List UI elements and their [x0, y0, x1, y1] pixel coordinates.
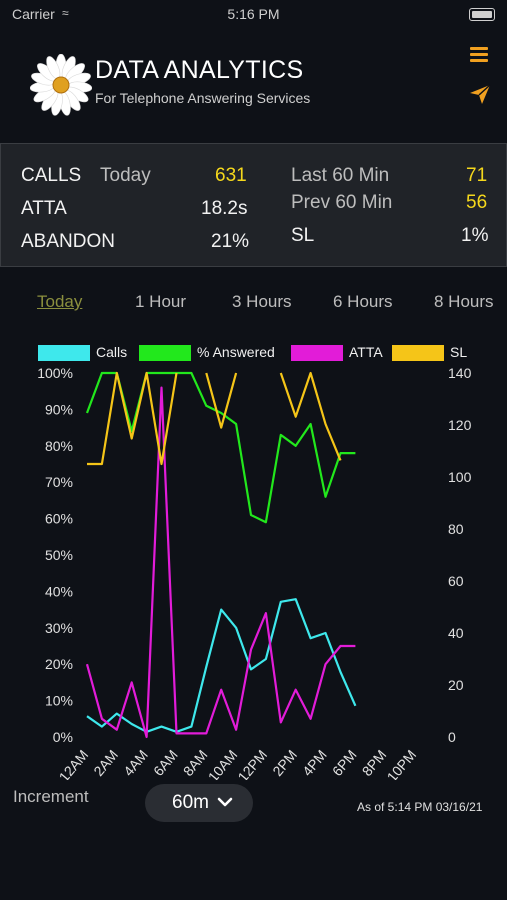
prev60-label: Prev 60 Min: [291, 192, 393, 213]
left-axis-tick: 0%: [53, 729, 73, 745]
left-axis-tick: 20%: [45, 656, 73, 672]
increment-select[interactable]: 60m: [145, 784, 253, 822]
app-title: DATA ANALYTICS: [95, 56, 304, 84]
left-axis-tick: 100%: [37, 365, 73, 381]
prev60-value: 56: [466, 192, 488, 213]
app-header: DATA ANALYTICS For Telephone Answering S…: [0, 40, 507, 130]
series-line-sl: [279, 371, 342, 461]
status-bar: Carrier ≈ 5:16 PM: [0, 0, 507, 28]
right-axis-tick: 120: [448, 417, 472, 433]
series-line-calls: [86, 598, 357, 733]
tab-6-hours[interactable]: 6 Hours: [333, 292, 393, 312]
tab-8-hours[interactable]: 8 Hours: [434, 292, 494, 312]
series-line-answered: [85, 371, 356, 524]
legend-swatch-calls: [38, 345, 90, 361]
left-axis-tick: 30%: [45, 620, 73, 636]
x-axis-tick: 2AM: [90, 747, 121, 779]
left-axis-tick: 80%: [45, 438, 73, 454]
hamburger-menu-icon[interactable]: [468, 44, 490, 66]
daisy-logo: [30, 54, 92, 116]
left-axis-tick: 90%: [45, 401, 73, 417]
left-axis-tick: 70%: [45, 474, 73, 490]
battery-icon: [469, 8, 495, 21]
legend-swatch-answered: [139, 345, 191, 361]
abandon-label: ABANDON: [21, 231, 115, 252]
time-range-tabs: Today 1 Hour 3 Hours 6 Hours 8 Hours: [0, 292, 507, 320]
x-axis-tick: 4PM: [299, 747, 330, 779]
x-axis-tick: 12AM: [56, 747, 92, 780]
right-axis-tick: 140: [448, 365, 472, 381]
legend-swatch-atta: [291, 345, 343, 361]
legend-label-answered: % Answered: [197, 344, 275, 360]
app-subtitle: For Telephone Answering Services: [95, 90, 311, 106]
increment-label: Increment: [13, 787, 89, 806]
sl-value: 1%: [461, 225, 489, 246]
stats-panel: CALLS Today 631 ATTA 18.2s ABANDON 21% L…: [0, 143, 507, 267]
send-icon[interactable]: [468, 82, 492, 106]
atta-label: ATTA: [21, 198, 67, 219]
as-of-timestamp: As of 5:14 PM 03/16/21: [357, 800, 483, 814]
x-axis-tick: 12PM: [234, 747, 270, 780]
calls-label: CALLS: [21, 165, 82, 186]
right-axis-tick: 60: [448, 573, 464, 589]
line-chart: 100% 90% 80% 70% 60% 50% 40% 30% 20% 10% 0% 140 120 1…: [37, 365, 472, 780]
right-axis-tick: 0: [448, 729, 456, 745]
last60-label: Last 60 Min: [291, 165, 390, 186]
sl-label: SL: [291, 225, 315, 246]
today-calls-value: 631: [215, 165, 247, 186]
x-axis-tick: 6PM: [329, 747, 360, 779]
right-axis-tick: 100: [448, 469, 472, 485]
abandon-value: 21%: [211, 231, 250, 252]
legend-swatch-sl: [392, 345, 444, 361]
atta-value: 18.2s: [201, 198, 248, 219]
x-axis-tick: 2PM: [269, 747, 300, 779]
tab-1-hour[interactable]: 1 Hour: [135, 292, 186, 312]
x-axis-tick: 6AM: [150, 747, 181, 779]
tab-3-hours[interactable]: 3 Hours: [232, 292, 292, 312]
x-axis-tick: 10PM: [384, 747, 420, 780]
legend-label-sl: SL: [450, 344, 468, 360]
increment-value: 60m: [172, 792, 209, 813]
chevron-down-icon: [217, 797, 233, 807]
left-axis-tick: 10%: [45, 693, 73, 709]
legend-label-atta: ATTA: [349, 344, 383, 360]
tab-today[interactable]: Today: [37, 292, 82, 312]
status-time: 5:16 PM: [227, 6, 280, 22]
legend-label-calls: Calls: [96, 344, 128, 360]
left-axis-tick: 60%: [45, 511, 73, 527]
x-axis-tick: 4AM: [120, 747, 151, 779]
right-axis-tick: 20: [448, 677, 464, 693]
last60-value: 71: [466, 165, 488, 186]
left-axis-tick: 50%: [45, 547, 73, 563]
series-line-atta: [85, 386, 356, 739]
right-axis-tick: 80: [448, 521, 464, 537]
left-axis-tick: 40%: [45, 583, 73, 599]
right-axis-tick: 40: [448, 625, 464, 641]
today-label: Today: [100, 165, 151, 186]
